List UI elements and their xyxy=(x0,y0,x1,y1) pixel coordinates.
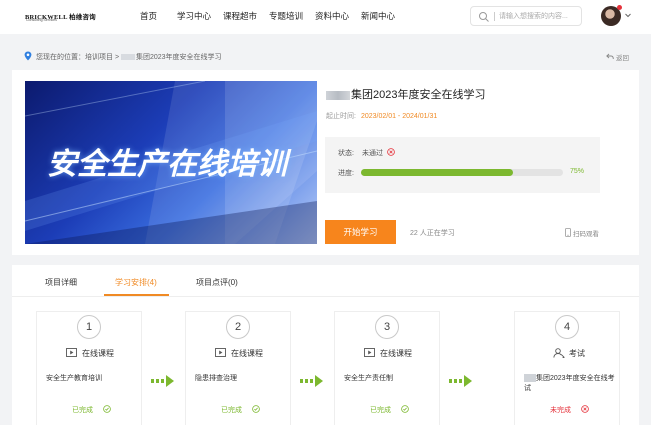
breadcrumb-text: 您现在的位置：培训项目 > 集团2023年度安全在线学习 xyxy=(36,52,222,62)
banner-title: 安全生产在线培训 xyxy=(47,147,287,182)
step-number: 2 xyxy=(226,315,250,339)
course-card: 安全生产在线培训 集团2023年度安全在线学习 起止时间: 2023/02/01 … xyxy=(12,70,639,255)
check-circle-icon xyxy=(252,405,260,413)
breadcrumb-path[interactable]: 您现在的位置：培训项目 > xyxy=(36,54,121,61)
course-dates: 起止时间: 2023/02/01 - 2024/01/31 xyxy=(326,111,437,121)
nav-home[interactable]: 首页 xyxy=(140,10,157,22)
notification-dot xyxy=(617,5,622,10)
video-icon xyxy=(215,348,226,357)
step-type-label: 在线课程 xyxy=(82,349,114,358)
step-status-label: 未完成 xyxy=(550,407,571,414)
progress-bar xyxy=(361,169,563,176)
step-arrow-icon xyxy=(151,375,174,387)
exam-user-icon xyxy=(553,348,565,358)
step-status-label: 已完成 xyxy=(72,407,93,414)
nav-news-center[interactable]: 新闻中心 xyxy=(361,10,395,22)
redacted-block xyxy=(326,90,350,100)
tab-project-reviews[interactable]: 项目点评(0) xyxy=(196,277,238,288)
step-name: 安全生产责任制 xyxy=(344,375,393,382)
check-circle-icon xyxy=(401,405,409,413)
logo-subtext: Consulting Services xyxy=(26,18,57,22)
step-type-label: 考试 xyxy=(569,349,585,358)
search-input[interactable] xyxy=(499,10,579,22)
plan-step-1[interactable]: 1 在线课程 安全生产教育培训 已完成 xyxy=(36,311,142,425)
nav-special-training[interactable]: 专题培训 xyxy=(269,10,303,22)
course-title: 集团2023年度安全在线学习 xyxy=(326,86,485,102)
progress-percent: 75% xyxy=(570,168,585,175)
step-arrow-icon xyxy=(449,375,472,387)
step-type-label: 在线课程 xyxy=(380,349,412,358)
video-icon xyxy=(364,348,375,357)
step-number: 3 xyxy=(375,315,399,339)
step-number: 1 xyxy=(77,315,101,339)
back-arrow-icon xyxy=(606,53,614,60)
step-name: 隐患排查治理 xyxy=(195,375,237,382)
step-arrow-icon xyxy=(300,375,323,387)
status-label: 状态: xyxy=(338,150,354,157)
search-divider xyxy=(494,12,495,21)
nav-course-market[interactable]: 课程超市 xyxy=(223,10,257,22)
phone-icon xyxy=(565,228,571,237)
x-circle-icon xyxy=(581,405,589,413)
tab-project-detail[interactable]: 项目详细 xyxy=(45,277,77,288)
fail-circle-x-icon xyxy=(387,148,395,156)
chevron-down-icon[interactable] xyxy=(624,11,632,19)
date-value: 2023/02/01 - 2024/01/31 xyxy=(360,113,438,120)
step-name: 集团2023年度安全在线考试 xyxy=(524,374,616,394)
step-name-text: 集团2023年度安全在线考试 xyxy=(524,375,615,392)
redacted-block xyxy=(524,374,536,383)
search-box xyxy=(470,6,582,26)
breadcrumb-current: 集团2023年度安全在线学习 xyxy=(135,54,222,61)
plan-step-2[interactable]: 2 在线课程 隐患排查治理 已完成 xyxy=(185,311,291,425)
step-name: 安全生产教育培训 xyxy=(46,375,102,382)
progress-bar-fill xyxy=(361,169,513,176)
nav-learning-center[interactable]: 学习中心 xyxy=(177,10,211,22)
tabs-divider xyxy=(12,296,639,297)
date-label: 起止时间: xyxy=(326,113,356,120)
search-icon[interactable] xyxy=(478,11,490,23)
progress-row: 进度: xyxy=(338,168,354,178)
learning-plan-panel: 项目详细 学习安排(4) 项目点评(0) 1 在线课程 安全生产教育培训 已完成 xyxy=(12,265,639,425)
step-number: 4 xyxy=(555,315,579,339)
step-status-label: 已完成 xyxy=(370,407,391,414)
avatar[interactable] xyxy=(601,5,622,26)
location-pin-icon xyxy=(24,51,32,61)
top-header: BRICKWELL 柏维咨询 Consulting Services 首页 学习… xyxy=(0,0,651,34)
status-panel: 状态: 未通过 进度: 75% xyxy=(325,137,600,193)
step-type-label: 在线课程 xyxy=(231,349,263,358)
video-icon xyxy=(66,348,77,357)
scan-label: 扫码观看 xyxy=(573,231,599,238)
brand-logo[interactable]: BRICKWELL 柏维咨询 Consulting Services xyxy=(25,11,96,23)
nav-resource-center[interactable]: 资料中心 xyxy=(315,10,349,22)
step-status-label: 已完成 xyxy=(221,407,242,414)
start-learning-button[interactable]: 开始学习 xyxy=(325,220,396,244)
learners-count: 22 人正在学习 xyxy=(410,230,455,237)
course-title-text: 集团2023年度安全在线学习 xyxy=(351,89,486,101)
status-value: 未通过 xyxy=(362,150,383,157)
course-banner-image: 安全生产在线培训 xyxy=(25,81,317,244)
plan-step-3[interactable]: 3 在线课程 安全生产责任制 已完成 xyxy=(334,311,440,425)
tab-learning-schedule[interactable]: 学习安排(4) xyxy=(115,277,157,288)
check-circle-icon xyxy=(103,405,111,413)
progress-label: 进度: xyxy=(338,170,354,177)
status-row: 状态: 未通过 xyxy=(338,148,395,158)
plan-step-4[interactable]: 4 考试 集团2023年度安全在线考试 未完成 xyxy=(514,311,620,425)
back-label: 返回 xyxy=(616,55,629,62)
redacted-block xyxy=(120,54,135,61)
